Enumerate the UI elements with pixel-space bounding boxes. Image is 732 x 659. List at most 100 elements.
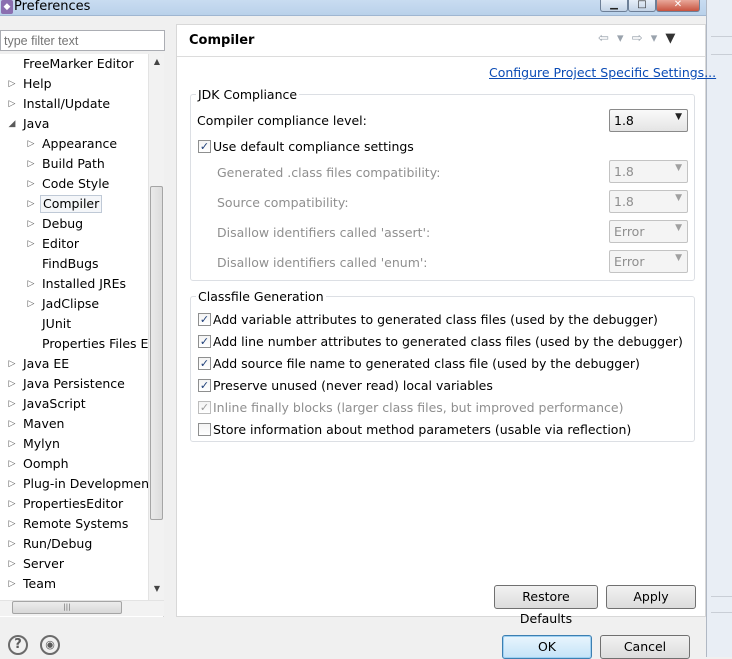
filter-input[interactable] bbox=[0, 30, 165, 51]
tree-vertical-scroll-thumb[interactable] bbox=[150, 186, 163, 520]
view-menu-icon[interactable]: ▼ bbox=[665, 31, 677, 46]
tree-item-properties-files-ed[interactable]: Properties Files Ed bbox=[42, 335, 156, 353]
tree-expander-icon[interactable]: ▷ bbox=[8, 95, 16, 113]
tree-expander-icon[interactable]: ▷ bbox=[8, 455, 16, 473]
tree-item-server[interactable]: Server bbox=[23, 555, 64, 573]
close-button[interactable]: ✕ bbox=[656, 0, 700, 12]
tree-item-debug[interactable]: Debug bbox=[42, 215, 83, 233]
tree-expander-icon[interactable]: ▷ bbox=[8, 415, 16, 433]
tree-expander-icon[interactable]: ▷ bbox=[27, 195, 35, 213]
tree-item-findbugs[interactable]: FindBugs bbox=[42, 255, 99, 273]
tree-expander-icon[interactable]: ▷ bbox=[8, 75, 16, 93]
classfile-option-label: Add variable attributes to generated cla… bbox=[213, 312, 658, 327]
jdk-row-select[interactable]: 1.8 ▼ bbox=[609, 190, 688, 213]
tree-expander-icon[interactable]: ▷ bbox=[8, 535, 16, 553]
tree-item-java[interactable]: Java bbox=[23, 115, 49, 133]
tree-item-editor[interactable]: Editor bbox=[42, 235, 79, 253]
tree-item-code-style[interactable]: Code Style bbox=[42, 175, 109, 193]
tree-expander-icon[interactable]: ▷ bbox=[8, 475, 16, 493]
tree-item-help[interactable]: Help bbox=[23, 75, 52, 93]
tree-item-maven[interactable]: Maven bbox=[23, 415, 64, 433]
classfile-generation-legend: Classfile Generation bbox=[196, 289, 326, 304]
tree-item-junit[interactable]: JUnit bbox=[42, 315, 71, 333]
tree-expander-icon[interactable]: ▷ bbox=[27, 155, 35, 173]
tree-item-remote-systems[interactable]: Remote Systems bbox=[23, 515, 128, 533]
jdk-row-label: Generated .class files compatibility: bbox=[217, 165, 441, 180]
classfile-option-checkbox[interactable]: ✓ bbox=[198, 379, 211, 392]
tree-expander-icon[interactable]: ▷ bbox=[27, 135, 35, 153]
tree-item-jadclipse[interactable]: JadClipse bbox=[42, 295, 99, 313]
minimize-button[interactable]: ▁ bbox=[600, 0, 628, 12]
tree-item-propertieseditor[interactable]: PropertiesEditor bbox=[23, 495, 123, 513]
classfile-option-checkbox[interactable] bbox=[198, 423, 211, 436]
tree-expander-icon[interactable]: ▷ bbox=[8, 515, 16, 533]
tree-expander-icon[interactable]: ▷ bbox=[8, 435, 16, 453]
classfile-option-checkbox[interactable]: ✓ bbox=[198, 401, 211, 414]
chevron-down-icon: ▼ bbox=[675, 253, 682, 263]
tree-item-compiler[interactable]: Compiler bbox=[40, 195, 103, 213]
forward-arrow-icon[interactable]: ⇨ ▾ bbox=[632, 31, 660, 46]
jdk-row-label: Disallow identifiers called 'enum': bbox=[217, 255, 428, 270]
compliance-level-value: 1.8 bbox=[614, 113, 634, 128]
help-icon[interactable]: ? bbox=[8, 635, 28, 655]
jdk-row-label: Source compatibility: bbox=[217, 195, 349, 210]
classfile-option-label: Store information about method parameter… bbox=[213, 422, 632, 437]
tree-item-javascript[interactable]: JavaScript bbox=[23, 395, 86, 413]
scroll-up-arrow-icon[interactable]: ▲ bbox=[149, 57, 165, 71]
tree-expander-icon[interactable]: ▷ bbox=[27, 295, 35, 313]
tree-expander-icon[interactable]: ▷ bbox=[8, 375, 16, 393]
jdk-compliance-legend: JDK Compliance bbox=[196, 87, 300, 102]
chevron-down-icon: ▼ bbox=[675, 163, 682, 173]
classfile-option-checkbox[interactable]: ✓ bbox=[198, 313, 211, 326]
scroll-down-arrow-icon[interactable]: ▼ bbox=[149, 584, 165, 598]
tree-item-install-update[interactable]: Install/Update bbox=[23, 95, 110, 113]
jdk-row-select[interactable]: Error ▼ bbox=[609, 250, 688, 273]
apply-button[interactable]: Apply bbox=[606, 585, 696, 609]
classfile-option-checkbox[interactable]: ✓ bbox=[198, 357, 211, 370]
cancel-button[interactable]: Cancel bbox=[600, 635, 690, 659]
tree-item-plug-in-development[interactable]: Plug-in Development bbox=[23, 475, 154, 493]
chevron-down-icon: ▼ bbox=[675, 112, 682, 122]
jdk-row-select[interactable]: Error ▼ bbox=[609, 220, 688, 243]
tree-item-java-persistence[interactable]: Java Persistence bbox=[23, 375, 125, 393]
tree-expander-icon[interactable]: ▷ bbox=[8, 555, 16, 573]
page-title: Compiler bbox=[189, 33, 255, 48]
tree-expander-icon[interactable]: ▷ bbox=[27, 235, 35, 253]
tree-item-oomph[interactable]: Oomph bbox=[23, 455, 69, 473]
tree-item-java-ee[interactable]: Java EE bbox=[23, 355, 69, 373]
tree-expander-icon[interactable]: ◢ bbox=[8, 115, 16, 133]
tree-expander-icon[interactable]: ▷ bbox=[8, 575, 16, 593]
compliance-level-select[interactable]: 1.8 ▼ bbox=[609, 109, 688, 132]
classfile-option-checkbox[interactable]: ✓ bbox=[198, 335, 211, 348]
tree-expander-icon[interactable]: ▷ bbox=[27, 275, 35, 293]
tree-expander-icon[interactable]: ▷ bbox=[8, 395, 16, 413]
tree-item-build-path[interactable]: Build Path bbox=[42, 155, 105, 173]
maximize-button[interactable]: □ bbox=[628, 0, 656, 12]
jdk-row-select[interactable]: 1.8 ▼ bbox=[609, 160, 688, 183]
tree-expander-icon[interactable]: ▷ bbox=[8, 495, 16, 513]
tree-item-freemarker-editor[interactable]: FreeMarker Editor bbox=[23, 55, 134, 73]
use-default-compliance-checkbox[interactable]: ✓ bbox=[198, 140, 211, 153]
tree-horizontal-scroll-thumb[interactable]: ||| bbox=[12, 601, 122, 614]
eclipse-app-icon: ◆ bbox=[1, 0, 13, 14]
tree-expander-icon[interactable]: ▷ bbox=[27, 175, 35, 193]
classfile-option-label: Preserve unused (never read) local varia… bbox=[213, 378, 493, 393]
ok-button[interactable]: OK bbox=[502, 635, 592, 659]
restore-defaults-button[interactable]: Restore Defaults bbox=[494, 585, 598, 626]
tree-item-mylyn[interactable]: Mylyn bbox=[23, 435, 60, 453]
tree-expander-icon[interactable]: ▷ bbox=[8, 355, 16, 373]
tree-item-team[interactable]: Team bbox=[23, 575, 56, 593]
preferences-tree[interactable]: FreeMarker Editor ▷ Help ▷ Install/Update ◢ Ja… bbox=[0, 54, 164, 617]
back-arrow-icon[interactable]: ⇦ ▾ bbox=[598, 31, 626, 46]
chevron-down-icon: ▼ bbox=[675, 193, 682, 203]
import-export-icon[interactable]: ◉ bbox=[40, 635, 60, 655]
tree-item-appearance[interactable]: Appearance bbox=[42, 135, 117, 153]
tree-item-run-debug[interactable]: Run/Debug bbox=[23, 535, 92, 553]
page-navigation: ⇦ ▾ ⇨ ▾ ▼ bbox=[598, 31, 677, 46]
tree-item-installed-jres[interactable]: Installed JREs bbox=[42, 275, 126, 293]
configure-project-settings-link[interactable]: Configure Project Specific Settings... bbox=[489, 65, 716, 80]
use-default-compliance-label: Use default compliance settings bbox=[213, 139, 414, 154]
classfile-option-label: Add source file name to generated class … bbox=[213, 356, 640, 371]
window-title: Preferences bbox=[14, 0, 91, 14]
tree-expander-icon[interactable]: ▷ bbox=[27, 215, 35, 233]
